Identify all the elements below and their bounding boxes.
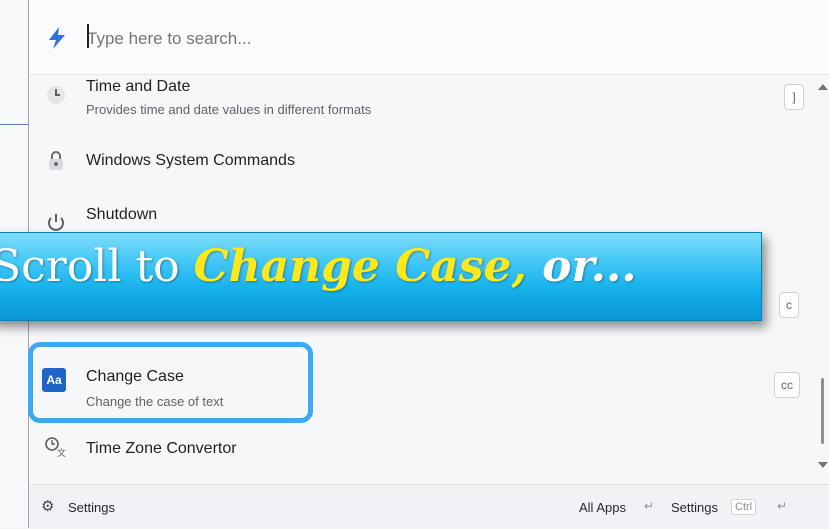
text-cursor — [87, 24, 89, 48]
footer-settings-action[interactable]: Settings — [671, 500, 718, 515]
tutorial-banner: Scroll to Change Case, or... — [0, 232, 762, 321]
scrollbar[interactable] — [814, 74, 829, 474]
search-bar — [29, 0, 829, 75]
ctrl-key-badge: Ctrl — [731, 499, 757, 515]
result-title: Shutdown — [86, 206, 158, 223]
result-subtitle: Provides time and date values in differe… — [86, 102, 372, 117]
banner-suffix: or... — [526, 241, 637, 292]
result-title: Windows System Commands — [86, 152, 295, 169]
banner-emphasis: Change Case, — [193, 241, 527, 292]
banner-prefix: Scroll to — [0, 241, 194, 292]
svg-text:文: 文 — [57, 447, 66, 458]
list-item-windows-system-commands[interactable]: Windows System Commands — [29, 136, 814, 190]
gear-icon[interactable]: ⚙ — [41, 499, 57, 515]
footer-all-apps-label[interactable]: All Apps — [579, 500, 626, 515]
banner-text: Scroll to Change Case, or... — [0, 241, 637, 292]
shortcut-badge: c — [779, 292, 799, 318]
shortcut-badge: cc — [774, 372, 800, 398]
result-title: Time Zone Convertor — [86, 440, 237, 457]
footer-settings-link[interactable]: Settings — [68, 500, 115, 515]
scroll-thumb[interactable] — [821, 378, 824, 444]
lightning-icon — [49, 27, 65, 49]
list-item-time-and-date[interactable]: Time and Date Provides time and date val… — [29, 74, 814, 136]
list-item-time-zone-convertor[interactable]: 文 Time Zone Convertor — [29, 422, 814, 478]
clock-icon — [43, 82, 69, 108]
time-zone-icon: 文 — [43, 434, 69, 460]
search-input[interactable] — [87, 26, 687, 52]
enter-key-icon: ↵ — [644, 499, 655, 513]
background-line — [0, 124, 30, 125]
lock-icon — [43, 148, 69, 174]
change-case-highlight — [28, 342, 313, 423]
enter-key-icon: ↵ — [777, 499, 788, 513]
scroll-up-arrow-icon[interactable] — [818, 84, 828, 90]
scroll-down-arrow-icon[interactable] — [818, 462, 828, 468]
shortcut-badge: ] — [784, 84, 804, 110]
footer-bar: ⚙ Settings All Apps ↵ Settings Ctrl ↵ — [29, 484, 829, 529]
result-title: Time and Date — [86, 78, 191, 95]
